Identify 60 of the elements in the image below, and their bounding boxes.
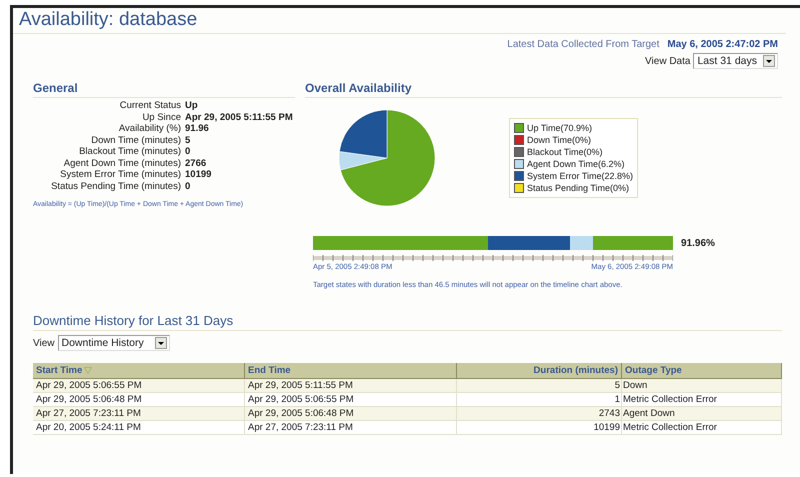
field-label: Blackout Time (minutes)	[78, 146, 181, 158]
page-title: Availability: database	[19, 9, 198, 30]
field-value: Apr 29, 2005 5:11:55 PM	[185, 112, 294, 123]
field-label: Current Status	[118, 100, 181, 112]
table-cell: Apr 20, 2005 5:24:11 PM	[33, 420, 244, 434]
field-value: 0	[185, 180, 192, 192]
field-value: 10199	[185, 169, 212, 180]
legend-label: Blackout Time(0%)	[527, 146, 603, 158]
field-label: Availability (%)	[118, 123, 181, 134]
table-cell: Metric Collection Error	[622, 420, 782, 434]
timeline-percent: 91.96%	[681, 238, 715, 248]
section-heading: General	[33, 81, 295, 98]
field-label: Status Pending Time (minutes)	[50, 180, 181, 192]
legend-label: Agent Down Time(6.2%)	[527, 158, 625, 170]
table-cell: Apr 29, 2005 5:11:55 PM	[244, 378, 456, 392]
table-cell: Down	[622, 378, 782, 392]
table-cell: Metric Collection Error	[622, 392, 782, 406]
legend-swatch	[514, 159, 524, 169]
field-label: System Error Time (minutes)	[59, 169, 181, 180]
table-cell: 5	[456, 378, 622, 392]
legend-label: Status Pending Time(0%)	[527, 182, 630, 194]
sort-icon	[84, 367, 92, 374]
section-heading: Overall Availability	[305, 81, 782, 98]
table-cell: Apr 29, 2005 5:06:55 PM	[33, 378, 244, 392]
table-cell: Apr 29, 2005 5:06:48 PM	[33, 392, 244, 406]
latest-data-value: May 6, 2005 2:47:02 PM	[667, 39, 778, 50]
table-cell: 10199	[456, 420, 622, 434]
legend-label: System Error Time(22.8%)	[527, 170, 634, 182]
legend-swatch	[514, 147, 524, 157]
field-label: Down Time (minutes)	[90, 134, 181, 146]
table-cell: 1	[456, 392, 622, 406]
column-header[interactable]: End Time	[244, 363, 456, 378]
legend-swatch	[514, 171, 524, 181]
latest-data-label: Latest Data Collected From Target	[507, 39, 660, 50]
legend-swatch	[514, 135, 524, 145]
column-header[interactable]: Outage Type	[622, 363, 782, 378]
table-cell: Apr 27, 2005 7:23:11 PM	[33, 406, 244, 420]
view-label: View	[33, 338, 54, 348]
view-data-label: View Data	[645, 56, 690, 66]
view-data-select[interactable]: Last 31 days	[693, 53, 778, 69]
field-value: 0	[185, 146, 192, 158]
legend-label: Up Time(70.9%)	[527, 122, 592, 134]
table-cell: Apr 29, 2005 5:06:55 PM	[244, 392, 456, 406]
table-cell: Apr 27, 2005 7:23:11 PM	[244, 420, 456, 434]
table-cell: 2743	[456, 406, 622, 420]
field-label: Agent Down Time (minutes)	[62, 158, 181, 169]
column-header[interactable]: Start Time	[33, 363, 244, 378]
field-value: Up	[185, 100, 199, 112]
table-cell: Agent Down	[622, 406, 782, 420]
field-value: 91.96	[185, 123, 210, 134]
view-select[interactable]: Downtime History	[58, 335, 170, 351]
column-header[interactable]: Duration (minutes)	[456, 363, 622, 378]
field-label: Up Since	[141, 112, 181, 123]
table-cell: Apr 29, 2005 5:06:48 PM	[244, 406, 456, 420]
legend-swatch	[514, 123, 524, 133]
field-value: 2766	[185, 158, 208, 169]
field-value: 5	[185, 134, 192, 146]
section-heading: Downtime History for Last 31 Days	[33, 313, 782, 331]
legend-label: Down Time(0%)	[527, 134, 592, 146]
legend-swatch	[514, 183, 524, 193]
